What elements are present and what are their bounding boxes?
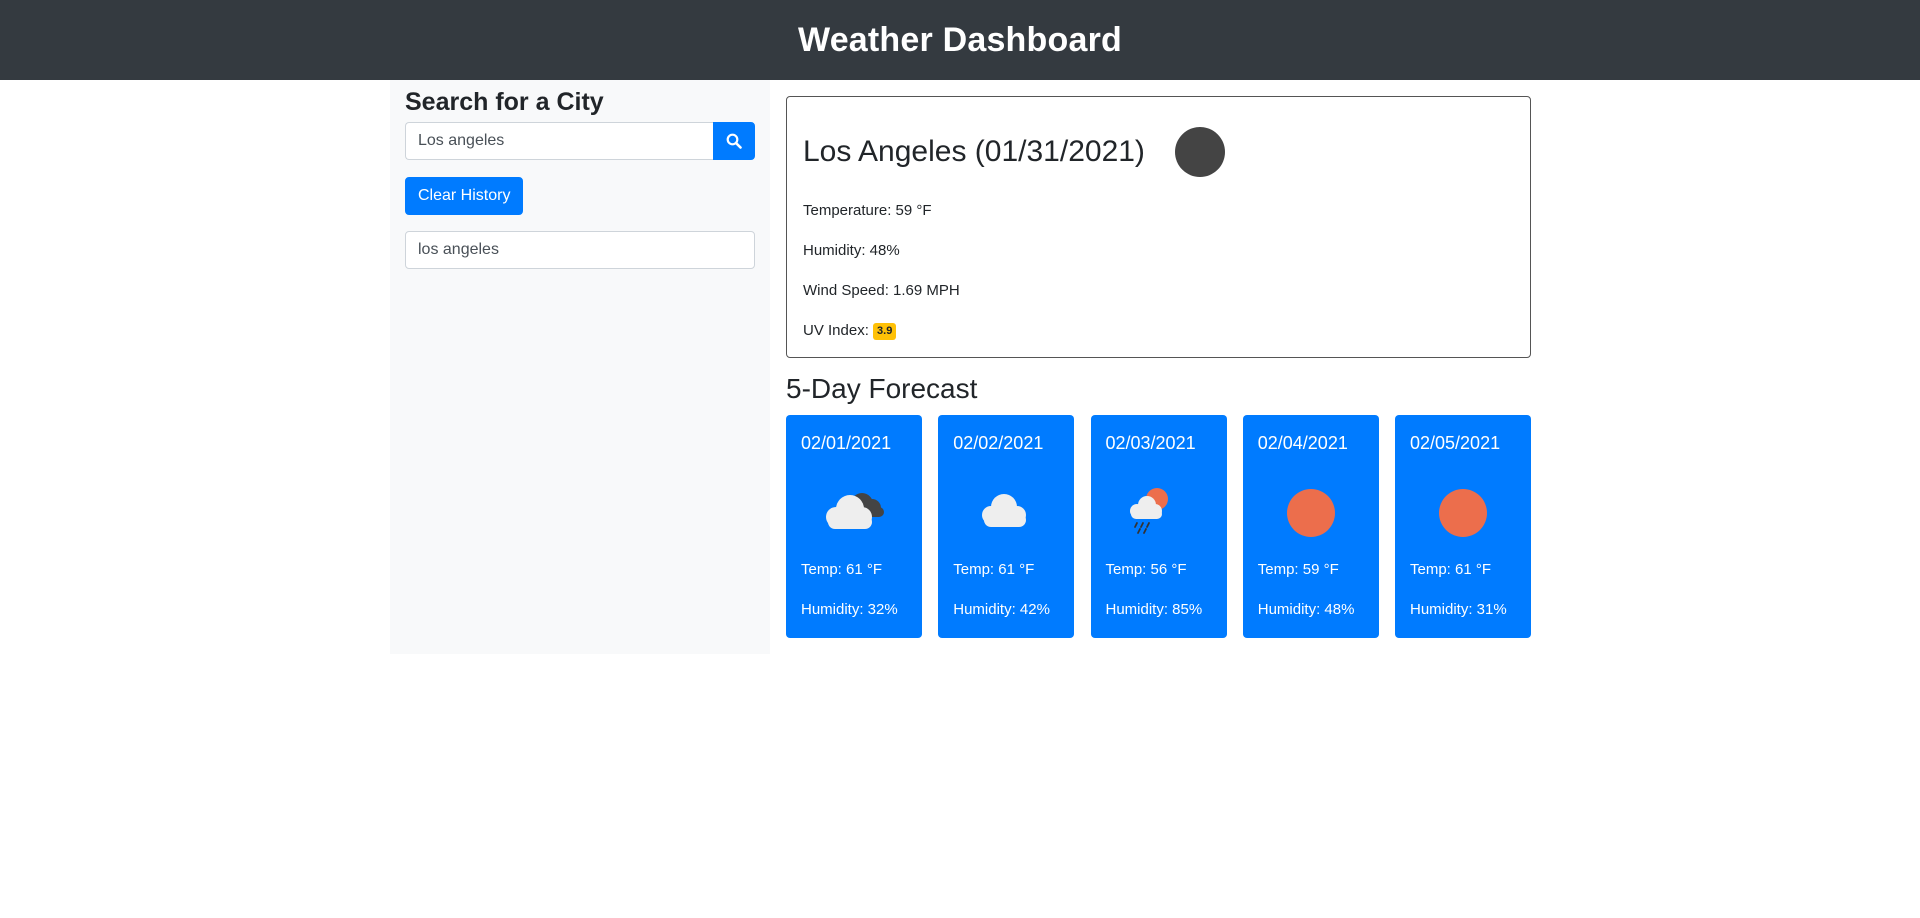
forecast-heading: 5-Day Forecast — [786, 373, 978, 404]
forecast-card: 02/01/2021 Temp: 61 °F Humidity: 32% — [786, 415, 922, 638]
rain-sun-icon — [1129, 488, 1168, 534]
broken-clouds-icon — [826, 493, 884, 529]
forecast-date: 02/04/2021 — [1257, 433, 1348, 453]
forecast-temp: Temp: 56 °F — [1105, 561, 1187, 578]
clear-night-icon — [1174, 127, 1225, 177]
forecast-card: 02/04/2021 Temp: 59 °F Humidity: 48% — [1242, 415, 1379, 638]
search-group — [405, 122, 755, 160]
search-button[interactable] — [713, 122, 755, 160]
forecast-temp: Temp: 61 °F — [953, 561, 1035, 578]
forecast-card: 02/03/2021 Temp: 56 °F Humidity: 85% — [1090, 415, 1227, 638]
sun-icon — [1286, 489, 1335, 537]
forecast-temp: Temp: 61 °F — [801, 561, 883, 578]
forecast-date: 02/03/2021 — [1105, 433, 1196, 453]
forecast-card: 02/05/2021 Temp: 61 °F Humidity: 31% — [1395, 415, 1531, 638]
forecast-humidity: Humidity: 42% — [953, 601, 1050, 618]
forecast-temp: Temp: 61 °F — [1410, 561, 1492, 578]
history-item[interactable]: los angeles — [405, 231, 755, 269]
search-icon — [726, 133, 742, 149]
forecast-humidity: Humidity: 31% — [1410, 601, 1507, 618]
forecast-date: 02/01/2021 — [801, 433, 892, 453]
humidity-text: Humidity: 48% — [803, 242, 900, 259]
search-heading: Search for a City — [405, 88, 604, 116]
temperature-text: Temperature: 59 °F — [803, 202, 932, 219]
forecast-card: 02/02/2021 Temp: 61 °F Humidity: 42% — [938, 415, 1075, 638]
forecast-date: 02/05/2021 — [1410, 433, 1501, 453]
forecast-row: 02/01/2021 Temp: 61 °F Humidity: 32% 02/… — [786, 415, 1531, 638]
forecast-temp: Temp: 59 °F — [1257, 561, 1339, 578]
sidebar: Search for a City Clear History los ange… — [390, 80, 770, 654]
navbar: Weather Dashboard — [0, 0, 1920, 80]
page-title: Weather Dashboard — [798, 20, 1122, 59]
current-title-row: Los Angeles (01/31/2021) — [803, 125, 1514, 179]
forecast-humidity: Humidity: 32% — [801, 601, 898, 618]
city-date-title: Los Angeles (01/31/2021) — [803, 135, 1145, 168]
search-history-list: los angeles — [405, 231, 755, 269]
sun-icon — [1439, 489, 1487, 537]
forecast-humidity: Humidity: 85% — [1105, 601, 1203, 618]
uv-index-badge: 3.9 — [873, 322, 897, 340]
forecast-date: 02/02/2021 — [953, 433, 1044, 453]
forecast-humidity: Humidity: 48% — [1257, 601, 1355, 618]
wind-speed-text: Wind Speed: 1.69 MPH — [803, 282, 960, 299]
uv-index-label: UV Index: — [803, 322, 869, 339]
cloud-icon — [982, 494, 1027, 527]
current-weather-card: Los Angeles (01/31/2021) Temperature: 59… — [786, 96, 1531, 358]
city-search-input[interactable] — [405, 122, 713, 160]
uv-index-row: UV Index: 3.9 — [803, 311, 1514, 351]
clear-history-button[interactable]: Clear History — [405, 177, 524, 215]
